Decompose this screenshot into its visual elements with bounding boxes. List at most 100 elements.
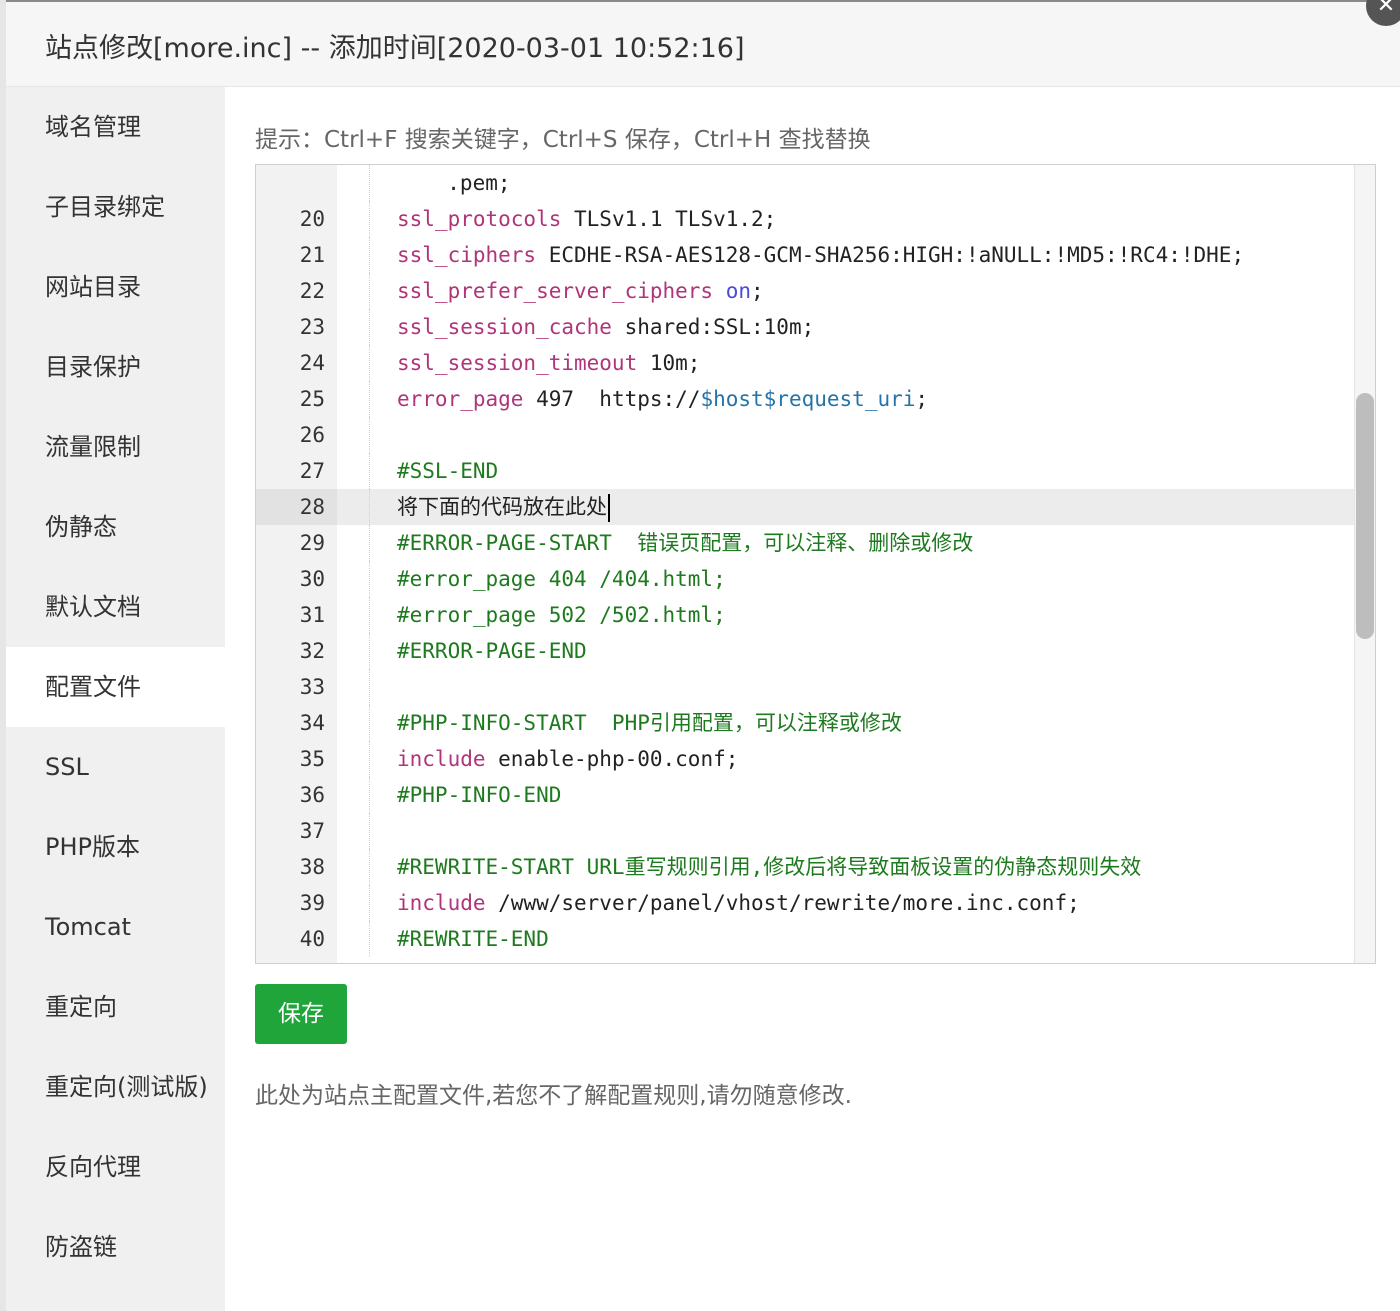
indent-guide	[369, 705, 371, 741]
code-line[interactable]: 29 #ERROR-PAGE-START 错误页配置，可以注释、删除或修改	[256, 525, 1354, 561]
code-line[interactable]: 25 error_page 497 https://$host$request_u…	[256, 381, 1354, 417]
code-text: #error_page 404 /404.html;	[397, 561, 726, 597]
code-line[interactable]: 30 #error_page 404 /404.html;	[256, 561, 1354, 597]
sidebar-item[interactable]: 重定向(测试版)	[6, 1047, 225, 1127]
code-text: include enable-php-00.conf;	[397, 741, 738, 777]
line-number: 21	[299, 243, 325, 267]
indent-guide	[369, 345, 371, 381]
code-text: ssl_session_timeout 10m;	[397, 345, 700, 381]
code-line[interactable]: 33	[256, 669, 1354, 705]
indent-guide	[369, 381, 371, 417]
code-token: enable-php-00.conf;	[485, 747, 739, 771]
code-token: #PHP-INFO-END	[397, 783, 562, 807]
indent-guide	[369, 777, 371, 813]
line-number: 28	[256, 489, 337, 525]
code-area[interactable]: .pem; 20 ssl_protocols TLSv1.1 TLSv1.2; 21 s…	[256, 165, 1354, 963]
code-token: ssl_session_cache	[397, 315, 612, 339]
code-line[interactable]: 23 ssl_session_cache shared:SSL:10m;	[256, 309, 1354, 345]
code-token: include	[397, 891, 486, 915]
sidebar-item[interactable]: 伪静态	[6, 487, 225, 567]
line-number: 36	[299, 783, 325, 807]
code-line[interactable]: 20 ssl_protocols TLSv1.1 TLSv1.2;	[256, 201, 1354, 237]
code-token: #SSL-END	[397, 459, 499, 483]
code-text: .pem;	[422, 165, 510, 201]
code-line[interactable]: 35 include enable-php-00.conf;	[256, 741, 1354, 777]
sidebar-item[interactable]: 重定向	[6, 967, 225, 1047]
code-line[interactable]: 31 #error_page 502 /502.html;	[256, 597, 1354, 633]
config-editor[interactable]: .pem; 20 ssl_protocols TLSv1.1 TLSv1.2; 21 s…	[255, 164, 1376, 964]
line-number: 34	[299, 711, 325, 735]
line-number: 30	[299, 567, 325, 591]
sidebar-item[interactable]: 流量限制	[6, 407, 225, 487]
code-text: ssl_protocols TLSv1.1 TLSv1.2;	[397, 201, 776, 237]
sidebar-item[interactable]: 网站目录	[6, 247, 225, 327]
sidebar-item[interactable]: 目录保护	[6, 327, 225, 407]
editor-scrollbar-thumb[interactable]	[1356, 393, 1374, 639]
indent-guide	[369, 597, 371, 633]
code-token: error_page	[397, 387, 524, 411]
indent-guide	[369, 525, 371, 561]
code-line[interactable]: 24 ssl_session_timeout 10m;	[256, 345, 1354, 381]
line-number: 31	[299, 603, 325, 627]
code-token: ssl_protocols	[397, 207, 562, 231]
code-line[interactable]: 37	[256, 813, 1354, 849]
code-text: #error_page 502 /502.html;	[397, 597, 726, 633]
code-token: 将下面的代码放在此处	[397, 495, 607, 519]
code-token: ;	[915, 387, 929, 411]
code-line[interactable]: 39 include /www/server/panel/vhost/rewrit…	[256, 885, 1354, 921]
sidebar-item[interactable]: PHP版本	[6, 807, 225, 887]
line-number: 22	[299, 279, 325, 303]
code-line[interactable]: 40 #REWRITE-END	[256, 921, 1354, 957]
code-text: ssl_prefer_server_ciphers on;	[397, 273, 764, 309]
sidebar-item[interactable]: 反向代理	[6, 1127, 225, 1207]
sidebar-item[interactable]: 配置文件	[6, 647, 225, 727]
code-text: ssl_session_cache shared:SSL:10m;	[397, 309, 814, 345]
save-button[interactable]: 保存	[255, 984, 347, 1044]
code-token: ssl_session_timeout	[397, 351, 638, 375]
indent-guide	[369, 273, 371, 309]
code-token: #REWRITE-START URL重写规则引用,修改后将导致面板设置的伪静态规…	[397, 855, 1142, 879]
code-line[interactable]: 38 #REWRITE-START URL重写规则引用,修改后将导致面板设置的伪静…	[256, 849, 1354, 885]
code-line[interactable]: 22 ssl_prefer_server_ciphers on;	[256, 273, 1354, 309]
code-token: on	[725, 279, 752, 303]
code-text: #ERROR-PAGE-START 错误页配置，可以注释、删除或修改	[397, 525, 973, 561]
line-number: 40	[299, 927, 325, 951]
code-token: ECDHE-RSA-AES128-GCM-SHA256:HIGH:!aNULL:…	[536, 243, 1245, 267]
sidebar-item[interactable]: 默认文档	[6, 567, 225, 647]
sidebar-item[interactable]: SSL	[6, 727, 225, 807]
line-number: 24	[299, 351, 325, 375]
code-line[interactable]: 36 #PHP-INFO-END	[256, 777, 1354, 813]
sidebar-item[interactable]: 防盗链	[6, 1207, 225, 1287]
indent-guide	[369, 165, 371, 201]
code-line[interactable]: 34 #PHP-INFO-START PHP引用配置，可以注释或修改	[256, 705, 1354, 741]
line-number: 29	[299, 531, 325, 555]
code-text: ssl_ciphers ECDHE-RSA-AES128-GCM-SHA256:…	[397, 237, 1244, 273]
code-text: #REWRITE-START URL重写规则引用,修改后将导致面板设置的伪静态规…	[397, 849, 1141, 885]
line-number: 27	[299, 459, 325, 483]
code-token: ssl_prefer_server_ciphers	[397, 279, 714, 303]
sidebar-item[interactable]: 子目录绑定	[6, 167, 225, 247]
code-line[interactable]: .pem;	[256, 165, 1354, 201]
settings-sidebar: 域名管理 子目录绑定 网站目录 目录保护 流量限制 伪静态 默认文档 配置文件 SSL PHP版本…	[6, 87, 225, 1311]
indent-guide	[369, 633, 371, 669]
indent-guide	[369, 489, 371, 525]
indent-guide	[369, 237, 371, 273]
line-number: 39	[299, 891, 325, 915]
sidebar-item[interactable]: Tomcat	[6, 887, 225, 967]
code-line[interactable]: 28 将下面的代码放在此处	[256, 489, 1354, 525]
code-line[interactable]: 21 ssl_ciphers ECDHE-RSA-AES128-GCM-SHA25…	[256, 237, 1354, 273]
code-text: error_page 497 https://$host$request_uri…	[397, 381, 928, 417]
code-line[interactable]: 26	[256, 417, 1354, 453]
line-number: 35	[299, 747, 325, 771]
indent-guide	[369, 921, 371, 957]
code-line[interactable]: 27 #SSL-END	[256, 453, 1354, 489]
config-warning-note: 此处为站点主配置文件,若您不了解配置规则,请勿随意修改.	[255, 1083, 852, 1109]
code-token: ;	[751, 279, 764, 303]
dialog-title: 站点修改[more.inc] -- 添加时间[2020-03-01 10:52:…	[45, 33, 745, 64]
code-line[interactable]: 32 #ERROR-PAGE-END	[256, 633, 1354, 669]
sidebar-item[interactable]: 域名管理	[6, 87, 225, 167]
code-token: include	[397, 747, 486, 771]
site-edit-dialog: 站点修改[more.inc] -- 添加时间[2020-03-01 10:52:…	[6, 2, 1400, 1311]
code-token: $host$request_uri	[700, 387, 916, 411]
code-token: 10m;	[637, 351, 701, 375]
